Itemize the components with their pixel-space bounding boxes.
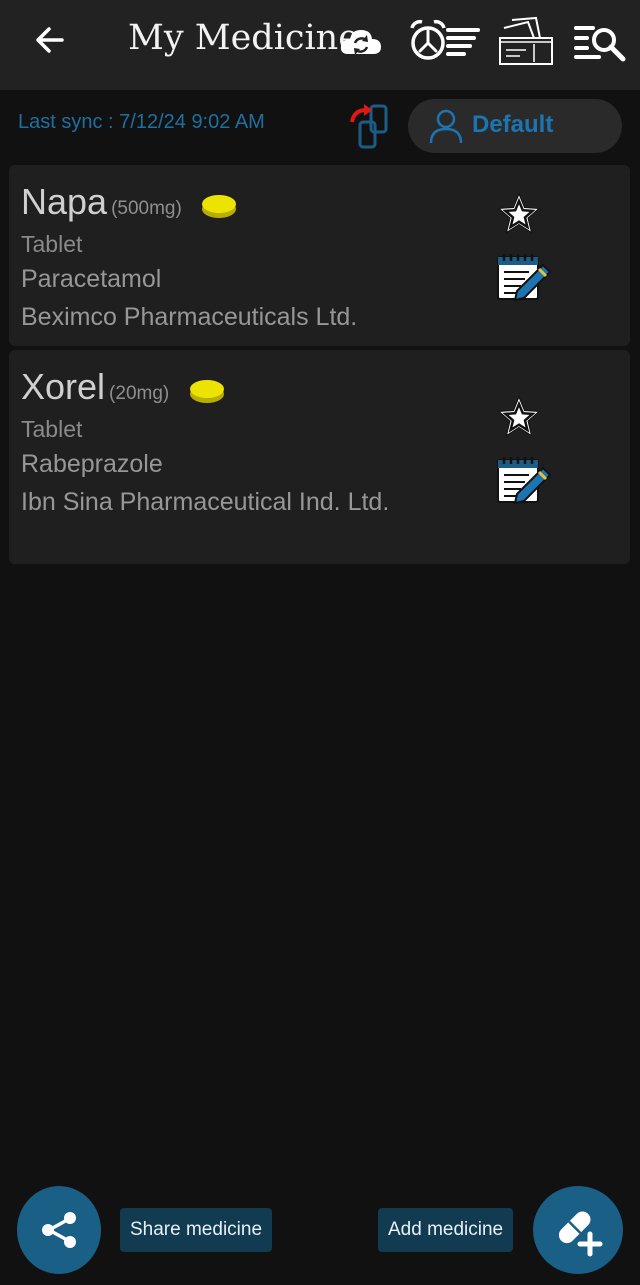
medicine-name: Xorel bbox=[21, 366, 106, 407]
alarm-list-button[interactable] bbox=[408, 16, 480, 68]
pill-icon bbox=[202, 194, 237, 218]
my-medicine-screen: My Medicine Last sync: 7/12/24 9:02 AM … bbox=[0, 0, 640, 1285]
edit-note-button[interactable] bbox=[495, 251, 553, 303]
medicine-company: Beximco Pharmaceuticals Ltd. bbox=[21, 303, 358, 331]
medicine-generic: Rabeprazole bbox=[21, 450, 163, 478]
cloud-sync-button[interactable] bbox=[338, 22, 384, 62]
back-button[interactable] bbox=[30, 20, 70, 60]
star-icon bbox=[497, 395, 541, 437]
share-icon bbox=[42, 1212, 76, 1248]
favorite-button[interactable] bbox=[495, 394, 543, 440]
add-capsule-icon bbox=[558, 1211, 603, 1257]
last-sync-text: Last sync : 7/12/24 9:02 AM bbox=[18, 111, 265, 133]
switch-profile-button[interactable] bbox=[346, 102, 396, 150]
note-edit-icon bbox=[497, 457, 552, 505]
medicine-name: Napa bbox=[21, 181, 108, 222]
medicine-strength: (20mg) bbox=[109, 383, 170, 404]
medicine-form: Tablet bbox=[21, 416, 83, 442]
page-title: My Medicine bbox=[128, 18, 359, 58]
search-list-button[interactable] bbox=[573, 16, 629, 68]
wallet-button[interactable] bbox=[498, 16, 556, 68]
add-medicine-fab-button[interactable] bbox=[533, 1186, 623, 1274]
cloud-sync-icon bbox=[340, 30, 381, 55]
medicine-generic: Paracetamol bbox=[21, 265, 162, 293]
favorite-button[interactable] bbox=[495, 191, 543, 237]
medicine-form: Tablet bbox=[21, 231, 83, 257]
medicine-strength: (500mg) bbox=[111, 198, 182, 219]
note-edit-icon bbox=[497, 254, 552, 302]
pill-icon bbox=[189, 379, 224, 403]
medicine-title-row: Xorel (20mg) bbox=[21, 366, 226, 409]
back-arrow-icon bbox=[36, 27, 64, 53]
share-fab-button[interactable] bbox=[17, 1186, 101, 1274]
edit-note-button[interactable] bbox=[495, 454, 553, 506]
alarm-list-icon bbox=[410, 19, 480, 60]
star-icon bbox=[497, 192, 541, 234]
medicine-card[interactable]: Napa (500mg) Tablet Paracetamol Beximco P… bbox=[9, 165, 630, 346]
wallet-icon bbox=[499, 16, 553, 65]
add-medicine-button[interactable]: Add medicine bbox=[378, 1208, 514, 1252]
user-icon bbox=[429, 109, 463, 144]
medicine-card[interactable]: Xorel (20mg) Tablet Rabeprazole Ibn Sina … bbox=[9, 350, 630, 564]
medicine-title-row: Napa (500mg) bbox=[21, 181, 238, 224]
search-list-icon bbox=[574, 26, 626, 62]
share-medicine-button[interactable]: Share medicine bbox=[120, 1208, 273, 1252]
app-bar: My Medicine bbox=[0, 0, 640, 90]
profile-name: Default bbox=[472, 111, 554, 138]
medicine-company: Ibn Sina Pharmaceutical Ind. Ltd. bbox=[21, 488, 390, 516]
profile-selector[interactable]: Default bbox=[408, 99, 622, 153]
switch-profile-icon bbox=[350, 104, 388, 149]
